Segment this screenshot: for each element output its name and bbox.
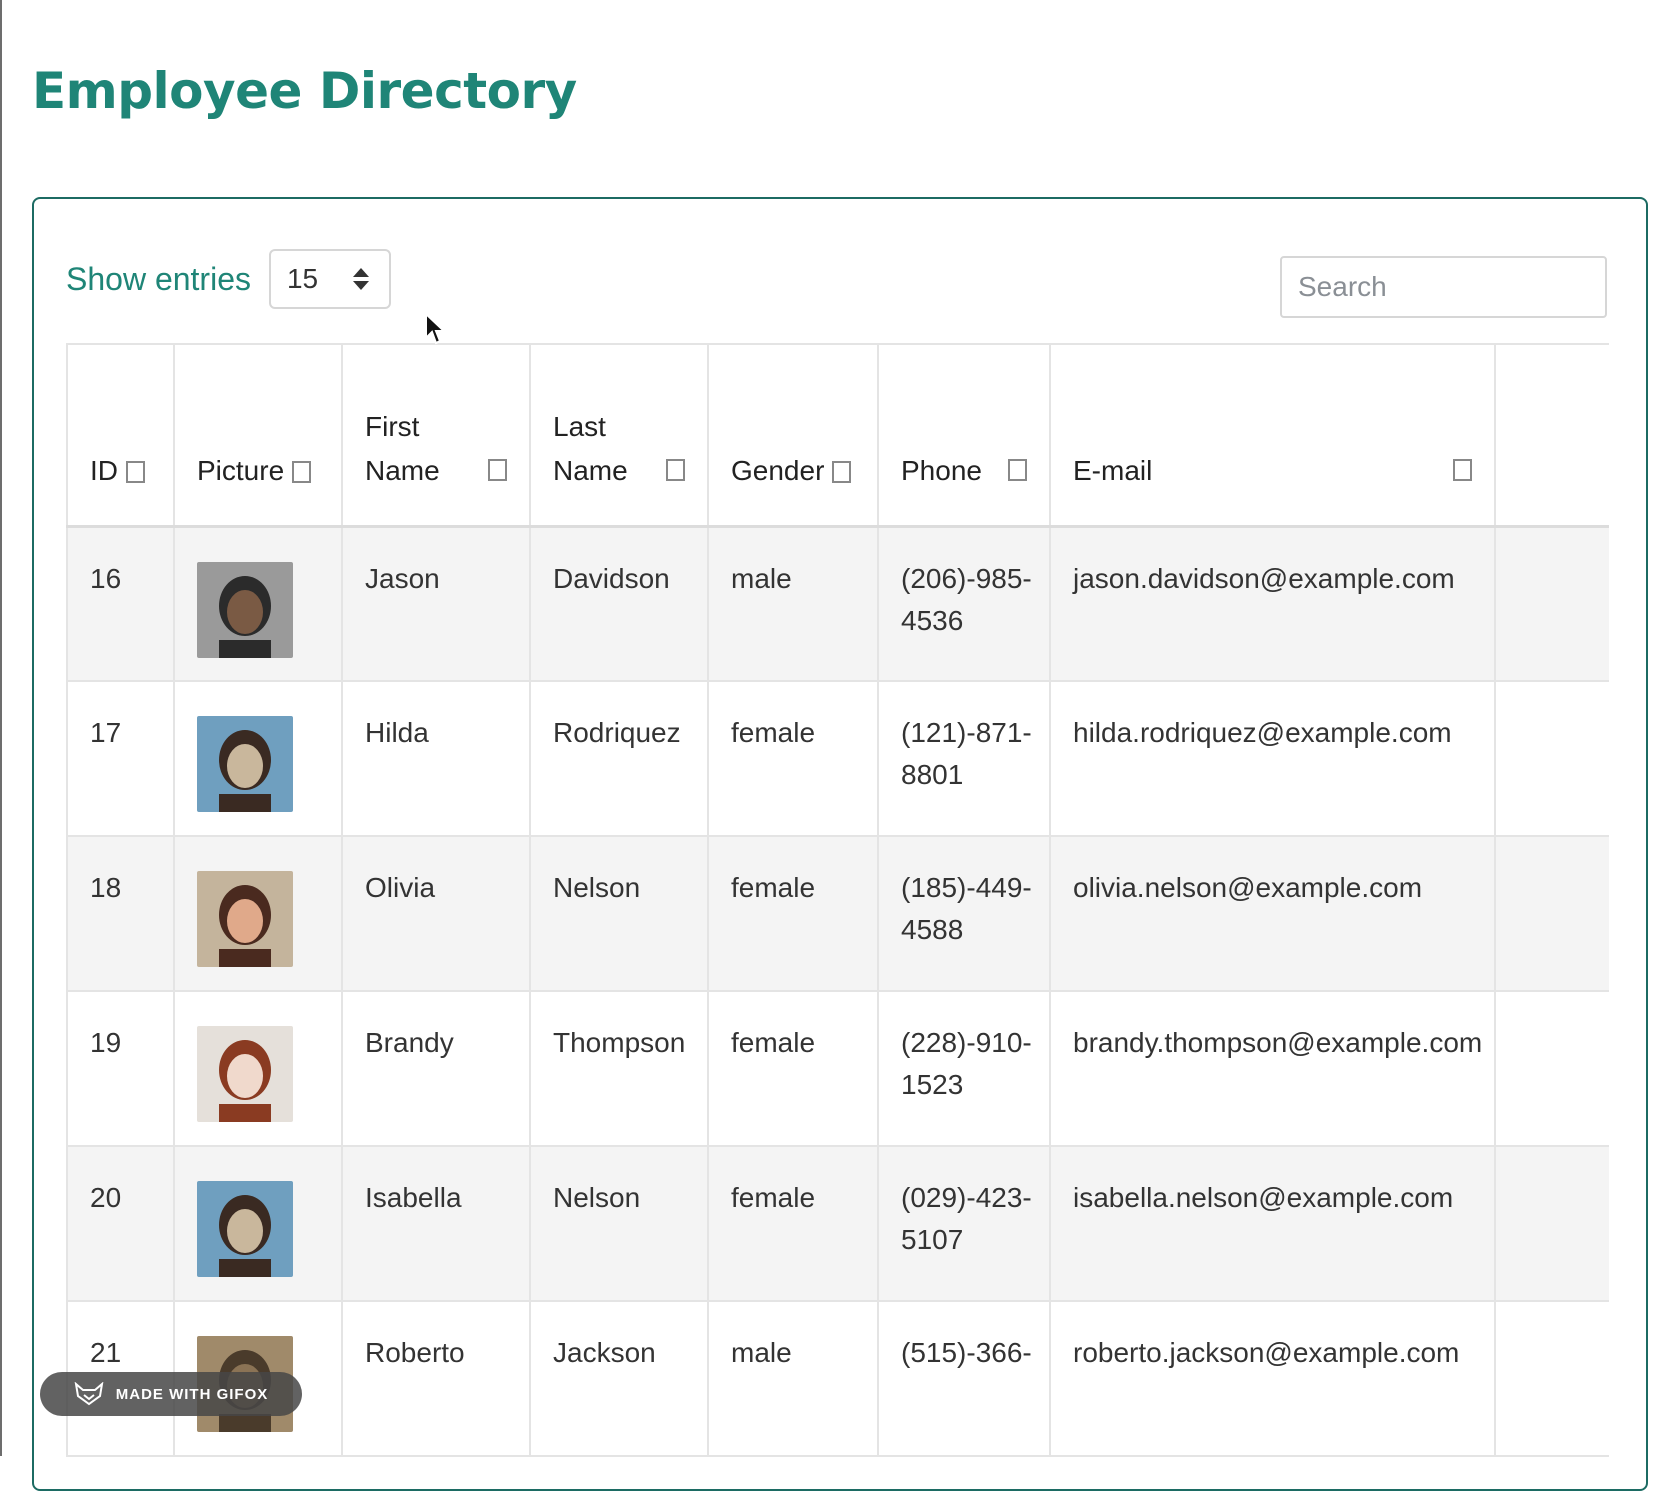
cell-picture	[173, 525, 343, 682]
page-title: Employee Directory	[32, 62, 577, 120]
cell-id: 20	[66, 1145, 175, 1302]
column-header-last-name[interactable]: Last Name	[529, 343, 709, 527]
cell-email: olivia.nelson@example.com	[1049, 835, 1496, 992]
cell-phone: (185)-449- 4588	[877, 835, 1051, 992]
table-row[interactable]: 19 Brandy Thompson female (228)-910- 1523 bran…	[66, 990, 1609, 1147]
show-entries-label: Show entries	[66, 260, 251, 297]
cell-cut-off	[1494, 835, 1609, 992]
sort-icon[interactable]	[126, 461, 145, 484]
table-row[interactable]: 18 Olivia Nelson female (185)-449- 4588 olivia…	[66, 835, 1609, 992]
cell-gender: female	[707, 990, 879, 1147]
badge-text: MADE WITH GIFOX	[115, 1385, 269, 1403]
cell-last-name: Rodriquez	[529, 680, 709, 837]
cell-gender: male	[707, 1300, 879, 1457]
cell-cut-off	[1494, 525, 1609, 682]
cell-first-name: Hilda	[341, 680, 531, 837]
cell-first-name: Roberto	[341, 1300, 531, 1457]
cell-gender: female	[707, 1145, 879, 1302]
employee-table: ID Picture First Name Last Name Gender Pho…	[66, 343, 1609, 1457]
cell-cut-off	[1494, 1145, 1609, 1302]
avatar-icon	[197, 716, 293, 812]
cell-picture	[173, 990, 343, 1147]
column-header-cut-off[interactable]	[1494, 343, 1609, 527]
avatar-icon	[197, 1026, 293, 1122]
cell-email: brandy.thompson@example.com	[1049, 990, 1496, 1147]
cell-picture	[173, 680, 343, 837]
cell-email: hilda.rodriquez@example.com	[1049, 680, 1496, 837]
column-header-gender[interactable]: Gender	[707, 343, 879, 527]
sort-icon[interactable]	[1008, 458, 1027, 481]
cell-email: roberto.jackson@example.com	[1049, 1300, 1496, 1457]
table-row[interactable]: 16 Jason Davidson male (206)-985- 4536 jason.d…	[66, 525, 1609, 682]
table-row[interactable]: 17 Hilda Rodriquez female (121)-871- 8801 hild…	[66, 680, 1609, 837]
cell-last-name: Jackson	[529, 1300, 709, 1457]
cell-gender: male	[707, 525, 879, 682]
fox-logo-icon	[74, 1382, 104, 1406]
window-edge	[0, 0, 2, 1456]
cell-picture	[173, 835, 343, 992]
cell-last-name: Thompson	[529, 990, 709, 1147]
employee-table-wrapper: ID Picture First Name Last Name Gender Pho…	[66, 343, 1609, 1489]
column-header-picture[interactable]: Picture	[173, 343, 343, 527]
cell-phone: (121)-871- 8801	[877, 680, 1051, 837]
cell-picture	[173, 1145, 343, 1302]
table-row[interactable]: 21 Roberto Jackson male (515)-366- roberto.ja…	[66, 1300, 1609, 1457]
cell-cut-off	[1494, 1300, 1609, 1457]
sort-icon[interactable]	[488, 458, 507, 481]
cell-id: 17	[66, 680, 175, 837]
avatar-icon	[197, 1181, 293, 1277]
sort-icon[interactable]	[666, 458, 685, 481]
cell-last-name: Nelson	[529, 835, 709, 992]
cell-phone: (029)-423- 5107	[877, 1145, 1051, 1302]
table-header-row: ID Picture First Name Last Name Gender Pho…	[66, 343, 1609, 527]
cell-id: 18	[66, 835, 175, 992]
cell-email: isabella.nelson@example.com	[1049, 1145, 1496, 1302]
gifox-badge: MADE WITH GIFOX	[40, 1372, 302, 1416]
cell-first-name: Brandy	[341, 990, 531, 1147]
cell-last-name: Nelson	[529, 1145, 709, 1302]
cell-gender: female	[707, 835, 879, 992]
show-entries-control: Show entries 15	[66, 249, 391, 309]
search-input[interactable]	[1280, 256, 1607, 318]
sort-icon[interactable]	[832, 461, 852, 484]
cell-first-name: Olivia	[341, 835, 531, 992]
cell-email: jason.davidson@example.com	[1049, 525, 1496, 682]
up-down-arrows-icon	[352, 268, 369, 290]
cell-id: 16	[66, 525, 175, 682]
entries-select[interactable]: 15	[268, 249, 391, 309]
cell-phone: (206)-985- 4536	[877, 525, 1051, 682]
cell-cut-off	[1494, 990, 1609, 1147]
sort-icon[interactable]	[292, 461, 312, 484]
cell-last-name: Davidson	[529, 525, 709, 682]
cell-phone: (515)-366-	[877, 1300, 1051, 1457]
column-header-phone[interactable]: Phone	[877, 343, 1051, 527]
cell-first-name: Jason	[341, 525, 531, 682]
table-row[interactable]: 20 Isabella Nelson female (029)-423- 5107 isab…	[66, 1145, 1609, 1302]
cell-id: 19	[66, 990, 175, 1147]
column-header-id[interactable]: ID	[66, 343, 175, 527]
cell-cut-off	[1494, 680, 1609, 837]
avatar-icon	[197, 561, 293, 658]
column-header-email[interactable]: E-mail	[1049, 343, 1496, 527]
column-header-first-name[interactable]: First Name	[341, 343, 531, 527]
avatar-icon	[197, 871, 293, 967]
cell-phone: (228)-910- 1523	[877, 990, 1051, 1147]
directory-card: Show entries 15 ID Picture FirstName Las…	[32, 197, 1648, 1491]
cell-gender: female	[707, 680, 879, 837]
entries-value: 15	[286, 263, 319, 294]
cell-first-name: Isabella	[341, 1145, 531, 1302]
mouse-cursor-icon	[425, 312, 446, 345]
sort-icon[interactable]	[1453, 458, 1472, 481]
